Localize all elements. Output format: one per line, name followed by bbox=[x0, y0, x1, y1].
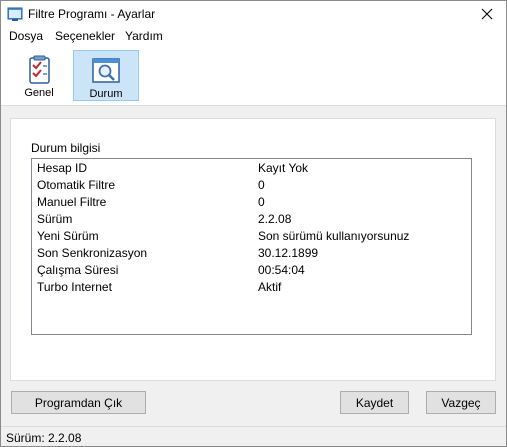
info-row: Turbo Internet Aktif bbox=[32, 278, 471, 295]
info-row: Son Senkronizasyon 30.12.1899 bbox=[32, 244, 471, 261]
info-value: 0 bbox=[258, 178, 265, 192]
tab-genel[interactable]: Genel bbox=[6, 50, 72, 101]
tab-durum[interactable]: Durum bbox=[73, 50, 139, 101]
info-row: Sürüm 2.2.08 bbox=[32, 210, 471, 227]
settings-window: Filtre Programı - Ayarlar Dosya Seçenekl… bbox=[0, 0, 507, 447]
exit-program-button[interactable]: Programdan Çık bbox=[11, 391, 146, 414]
info-value: 2.2.08 bbox=[258, 212, 292, 226]
magnifier-window-icon bbox=[92, 58, 120, 83]
title-bar: Filtre Programı - Ayarlar bbox=[1, 1, 506, 27]
menu-secenekler[interactable]: Seçenekler bbox=[55, 29, 115, 43]
toolbar: Genel Durum bbox=[1, 46, 506, 106]
tab-genel-label: Genel bbox=[24, 87, 54, 99]
close-icon bbox=[481, 8, 493, 20]
app-window-icon bbox=[7, 7, 23, 21]
checklist-icon bbox=[29, 55, 50, 84]
info-value: 00:54:04 bbox=[258, 263, 305, 277]
status-panel: Durum bilgisi Hesap ID Kayıt Yok Otomati… bbox=[10, 118, 496, 381]
info-row: Otomatik Filtre 0 bbox=[32, 176, 471, 193]
close-button[interactable] bbox=[468, 1, 506, 27]
info-value: Son sürümü kullanıyorsunuz bbox=[258, 229, 410, 243]
group-label: Durum bilgisi bbox=[31, 141, 101, 155]
info-value: 0 bbox=[258, 195, 265, 209]
info-row: Hesap ID Kayıt Yok bbox=[32, 159, 471, 176]
info-key: Çalışma Süresi bbox=[37, 263, 119, 277]
tab-durum-label: Durum bbox=[89, 88, 123, 100]
info-key: Yeni Sürüm bbox=[37, 229, 99, 243]
menu-bar: Dosya Seçenekler Yardım bbox=[1, 27, 506, 46]
status-info-list: Hesap ID Kayıt Yok Otomatik Filtre 0 Man… bbox=[31, 158, 472, 335]
info-key: Hesap ID bbox=[37, 161, 88, 175]
info-value: 30.12.1899 bbox=[258, 246, 319, 260]
info-value: Aktif bbox=[258, 280, 282, 294]
info-value: Kayıt Yok bbox=[258, 161, 309, 175]
version-status-text: Sürüm: 2.2.08 bbox=[6, 431, 82, 445]
info-row: Çalışma Süresi 00:54:04 bbox=[32, 261, 471, 278]
window-title: Filtre Programı - Ayarlar bbox=[28, 7, 156, 21]
menu-dosya[interactable]: Dosya bbox=[9, 29, 43, 43]
info-key: Son Senkronizasyon bbox=[37, 246, 148, 260]
menu-yardim[interactable]: Yardım bbox=[125, 29, 163, 43]
info-key: Manuel Filtre bbox=[37, 195, 107, 209]
info-row: Manuel Filtre 0 bbox=[32, 193, 471, 210]
info-key: Sürüm bbox=[37, 212, 73, 226]
info-key: Otomatik Filtre bbox=[37, 178, 116, 192]
cancel-button[interactable]: Vazgeç bbox=[426, 391, 496, 414]
info-row: Yeni Sürüm Son sürümü kullanıyorsunuz bbox=[32, 227, 471, 244]
save-button[interactable]: Kaydet bbox=[340, 391, 409, 414]
status-bar: Sürüm: 2.2.08 bbox=[1, 426, 506, 446]
info-key: Turbo Internet bbox=[37, 280, 112, 294]
